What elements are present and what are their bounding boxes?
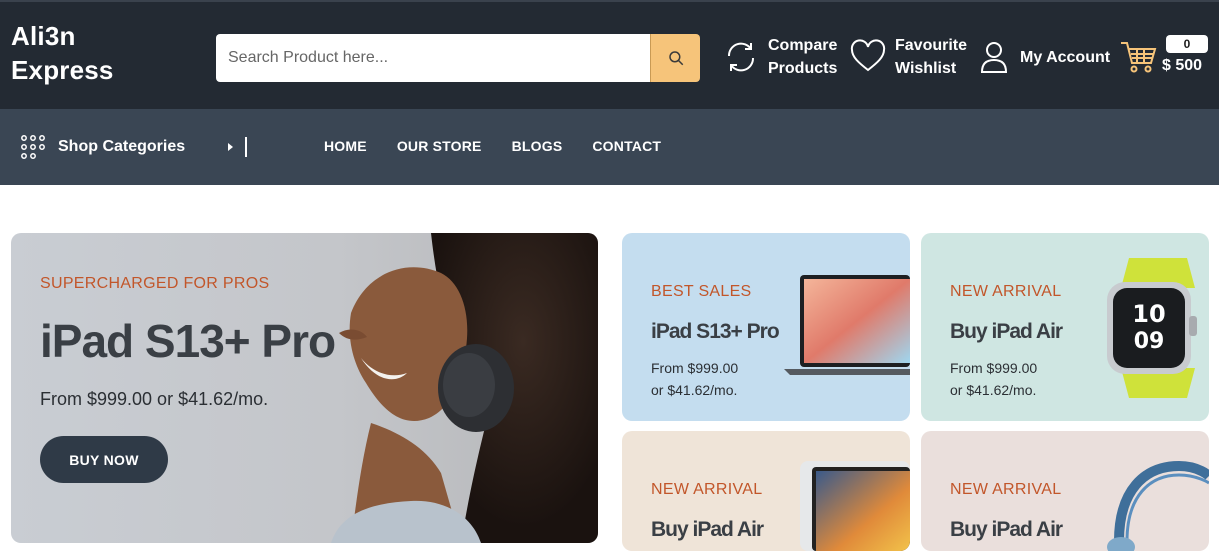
card-4-title: Buy iPad Air <box>950 518 1063 541</box>
search-button[interactable] <box>650 34 700 82</box>
buy-now-button[interactable]: BUY NOW <box>40 436 168 483</box>
wishlist-label-1: Favourite <box>895 37 968 54</box>
svg-text:09: 09 <box>1134 329 1165 354</box>
wishlist-label-2: Wishlist <box>895 60 957 77</box>
user-icon <box>980 42 1008 73</box>
heart-icon <box>850 39 886 72</box>
nav-divider <box>245 137 247 157</box>
my-account-link[interactable]: My Account <box>978 40 1110 74</box>
search-icon <box>668 51 683 66</box>
card-4-eyebrow: NEW ARRIVAL <box>950 481 1062 498</box>
card-2-price: From $999.00 <box>950 360 1038 376</box>
promo-card-new-arrival-headphones[interactable]: NEW ARRIVAL Buy iPad Air <box>921 431 1209 551</box>
compare-label-1: Compare <box>768 37 838 54</box>
card-1-monthly: or $41.62/mo. <box>651 382 738 398</box>
laptop-image <box>784 275 910 375</box>
compare-products-link[interactable]: Compare Products <box>722 34 837 80</box>
brand-line-2: Express <box>11 55 114 85</box>
compare-label-2: Products <box>768 60 838 77</box>
svg-text:10: 10 <box>1132 300 1165 328</box>
hero-price: From $999.00 or $41.62/mo. <box>40 389 269 409</box>
hero-eyebrow: SUPERCHARGED FOR PROS <box>40 275 270 292</box>
search-input[interactable] <box>216 34 650 82</box>
cart-total: $ 500 <box>1162 57 1203 74</box>
card-2-eyebrow: NEW ARRIVAL <box>950 283 1062 300</box>
brand-logo[interactable]: Ali3n Express <box>11 19 114 87</box>
shop-categories-label: Shop Categories <box>58 138 186 155</box>
hero-title: iPad S13+ Pro <box>40 315 336 367</box>
cart-count-badge: 0 <box>1166 35 1208 53</box>
promo-card-best-sales[interactable]: BEST SALES iPad S13+ Pro From $999.00 or… <box>622 233 910 421</box>
nav-contact[interactable]: CONTACT <box>592 138 661 154</box>
top-header: Ali3n Express Compare Products Favourite… <box>0 0 1219 109</box>
card-2-monthly: or $41.62/mo. <box>950 382 1037 398</box>
main-navbar: Shop Categories HOME OUR STORE BLOGS CON… <box>0 109 1219 185</box>
favourite-wishlist-link[interactable]: Favourite Wishlist <box>849 34 967 80</box>
card-1-price: From $999.00 <box>651 360 739 376</box>
nav-our-store[interactable]: OUR STORE <box>397 138 482 154</box>
cart-icon <box>1121 42 1157 73</box>
shop-categories-dropdown[interactable]: Shop Categories <box>20 134 185 160</box>
compare-icon <box>727 42 755 72</box>
account-label: My Account <box>1020 48 1111 66</box>
promo-card-new-arrival-ipad[interactable]: NEW ARRIVAL Buy iPad Air <box>622 431 910 551</box>
search-bar <box>216 34 700 82</box>
caret-right-icon[interactable] <box>228 143 233 151</box>
cart-link[interactable]: 0 $ 500 <box>1118 35 1208 75</box>
card-3-title: Buy iPad Air <box>651 518 764 541</box>
woman-headphones-image <box>331 233 598 543</box>
nav-home[interactable]: HOME <box>324 138 367 154</box>
promo-card-new-arrival-watch[interactable]: 10 09 NEW ARRIVAL Buy iPad Air From $999… <box>921 233 1209 421</box>
nav-menu: HOME OUR STORE BLOGS CONTACT <box>324 138 661 154</box>
card-1-eyebrow: BEST SALES <box>651 283 752 300</box>
card-1-title: iPad S13+ Pro <box>651 320 780 343</box>
nav-blogs[interactable]: BLOGS <box>512 138 563 154</box>
grid-dots-icon <box>21 135 45 159</box>
card-3-eyebrow: NEW ARRIVAL <box>651 481 763 498</box>
brand-line-1: Ali3n <box>11 21 76 51</box>
hero-banner[interactable]: SUPERCHARGED FOR PROS iPad S13+ Pro From… <box>11 233 598 543</box>
card-2-title: Buy iPad Air <box>950 320 1063 343</box>
smartwatch-image: 10 09 <box>1107 258 1197 398</box>
